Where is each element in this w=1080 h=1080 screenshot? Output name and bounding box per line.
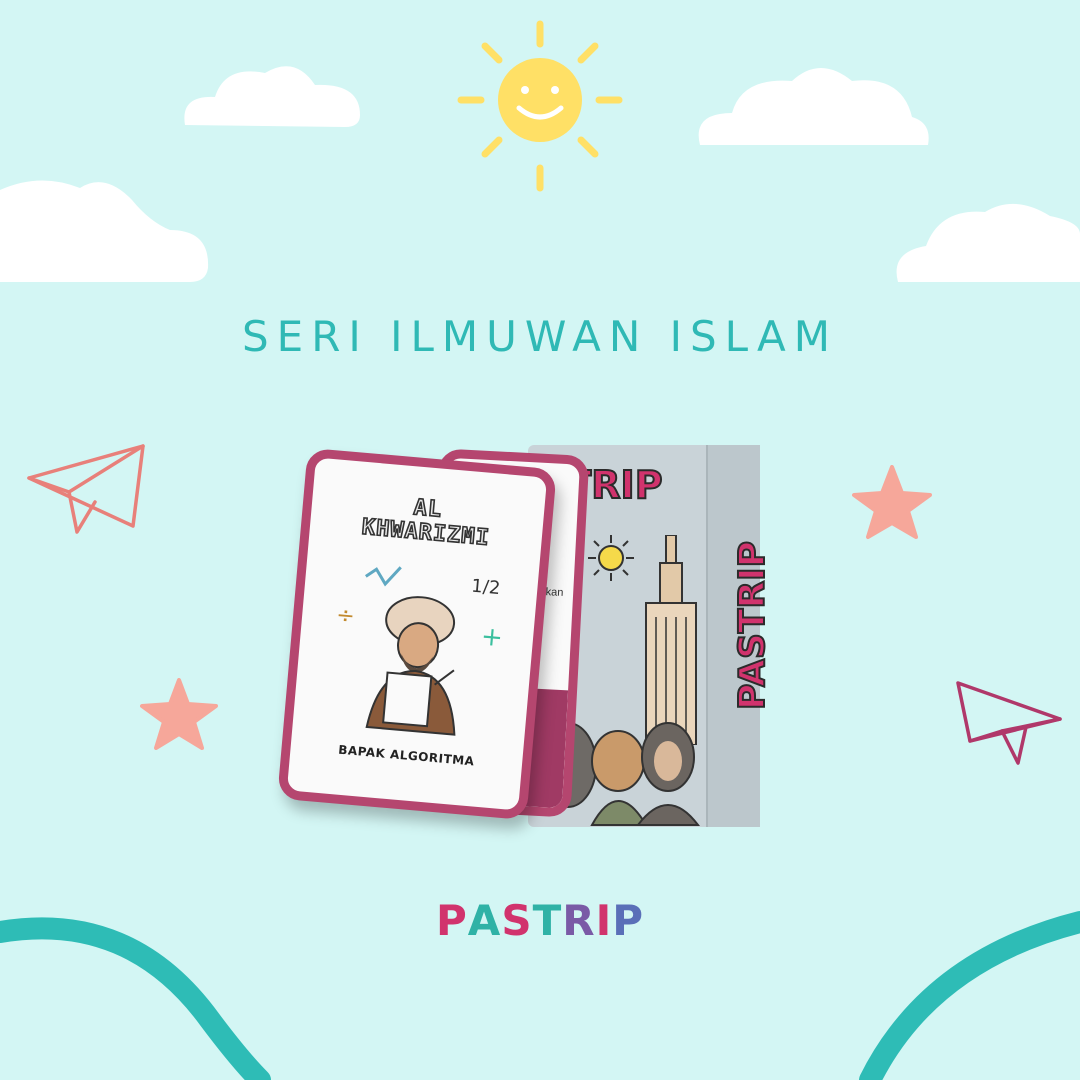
card-caption: BAPAK ALGORITMA — [337, 742, 475, 769]
box-side: PASTRIP — [706, 445, 774, 827]
cloud-icon — [698, 68, 929, 145]
card-title: AL KHWARIZMI — [360, 494, 492, 551]
brand-logo-letter: A — [467, 896, 502, 945]
cloud-icon — [896, 203, 1080, 282]
scene: SERI ILMUWAN ISLAM STRIP PASTRIP akan AL… — [0, 0, 1080, 1080]
svg-text:÷: ÷ — [335, 603, 356, 630]
star-icon — [140, 678, 218, 750]
brand-logo: PASTRIP — [430, 896, 650, 945]
scholar-illustration: ÷ + — [335, 566, 504, 736]
star-icon — [852, 465, 932, 539]
paper-plane-icon — [956, 681, 1062, 765]
svg-text:+: + — [480, 622, 504, 654]
headline: SERI ILMUWAN ISLAM — [242, 312, 838, 361]
brand-logo-letter: R — [562, 896, 596, 945]
brand-logo-letter: P — [612, 896, 644, 945]
sun-icon — [588, 535, 634, 581]
brand-logo-letter: T — [532, 896, 563, 945]
brand-logo-letter: I — [595, 896, 613, 945]
cloud-icon — [0, 180, 209, 282]
sun-icon — [457, 20, 623, 192]
cloud-icon — [184, 66, 360, 127]
box-side-logo: PASTRIP — [731, 540, 774, 711]
brand-logo-letter: P — [436, 896, 468, 945]
card-front: AL KHWARIZMI 1/2 ÷ + BAPAK ALGORITMA — [277, 447, 557, 821]
paper-plane-icon — [27, 444, 145, 534]
brand-logo-letter: S — [501, 896, 533, 945]
